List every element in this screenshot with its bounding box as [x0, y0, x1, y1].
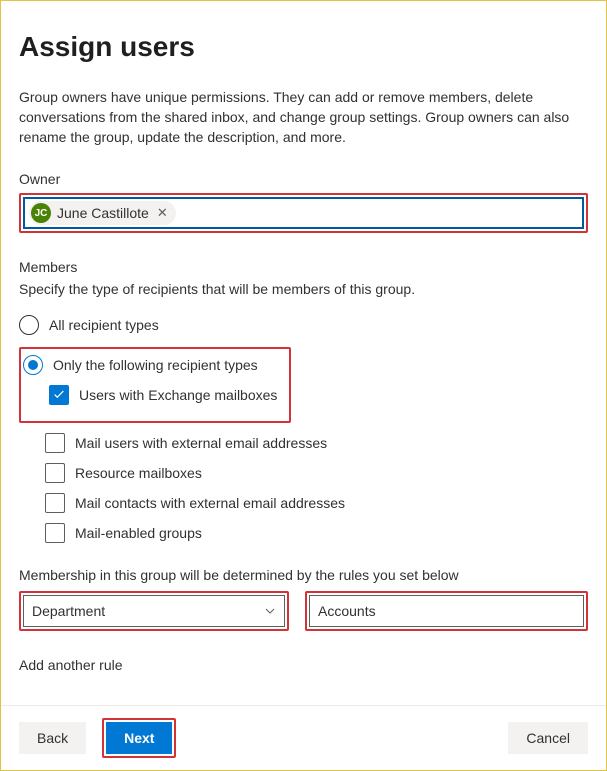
checkbox-mailcontacts[interactable]	[45, 493, 65, 513]
rule-value-highlight: Accounts	[305, 591, 588, 631]
check-mailgroups-label: Mail-enabled groups	[75, 525, 202, 541]
rule-value-text: Accounts	[318, 603, 376, 619]
check-mailcontacts-row[interactable]: Mail contacts with external email addres…	[45, 493, 588, 513]
cancel-button[interactable]: Cancel	[508, 722, 588, 754]
page-title: Assign users	[19, 31, 588, 63]
owner-chip: JC June Castillote ✕	[29, 201, 176, 225]
check-mailusers-row[interactable]: Mail users with external email addresses	[45, 433, 588, 453]
check-exchange-row[interactable]: Users with Exchange mailboxes	[49, 385, 277, 405]
checkbox-mailusers[interactable]	[45, 433, 65, 453]
members-description: Specify the type of recipients that will…	[19, 281, 588, 297]
owner-input[interactable]: JC June Castillote ✕	[23, 197, 584, 229]
radio-all[interactable]	[19, 315, 39, 335]
check-mailcontacts-label: Mail contacts with external email addres…	[75, 495, 345, 511]
selected-types-highlight: Only the following recipient types Users…	[19, 347, 291, 423]
next-button-highlight: Next	[102, 718, 176, 758]
rule-attribute-highlight: Department	[19, 591, 289, 631]
close-icon[interactable]: ✕	[155, 205, 170, 221]
rules-label: Membership in this group will be determi…	[19, 567, 588, 583]
checkbox-mailgroups[interactable]	[45, 523, 65, 543]
intro-text: Group owners have unique permissions. Th…	[19, 87, 588, 147]
add-rule-link[interactable]: Add another rule	[19, 657, 123, 673]
rule-attribute-value: Department	[32, 603, 105, 619]
next-button[interactable]: Next	[106, 722, 172, 754]
chevron-down-icon	[264, 605, 276, 617]
radio-only-row[interactable]: Only the following recipient types	[23, 355, 277, 375]
owner-label: Owner	[19, 171, 588, 187]
check-resource-row[interactable]: Resource mailboxes	[45, 463, 588, 483]
footer: Back Next Cancel	[1, 705, 606, 770]
check-mailgroups-row[interactable]: Mail-enabled groups	[45, 523, 588, 543]
radio-all-label: All recipient types	[49, 317, 159, 333]
members-label: Members	[19, 259, 588, 275]
rule-attribute-select[interactable]: Department	[23, 595, 285, 627]
checkbox-exchange[interactable]	[49, 385, 69, 405]
avatar: JC	[31, 203, 51, 223]
checkbox-resource[interactable]	[45, 463, 65, 483]
check-icon	[52, 388, 66, 402]
radio-all-row[interactable]: All recipient types	[19, 315, 588, 335]
owner-field-highlight: JC June Castillote ✕	[19, 193, 588, 233]
radio-only-label: Only the following recipient types	[53, 357, 258, 373]
check-exchange-label: Users with Exchange mailboxes	[79, 387, 277, 403]
check-mailusers-label: Mail users with external email addresses	[75, 435, 327, 451]
check-resource-label: Resource mailboxes	[75, 465, 202, 481]
owner-chip-label: June Castillote	[57, 205, 149, 221]
radio-only[interactable]	[23, 355, 43, 375]
rule-value-input[interactable]: Accounts	[309, 595, 584, 627]
back-button[interactable]: Back	[19, 722, 86, 754]
